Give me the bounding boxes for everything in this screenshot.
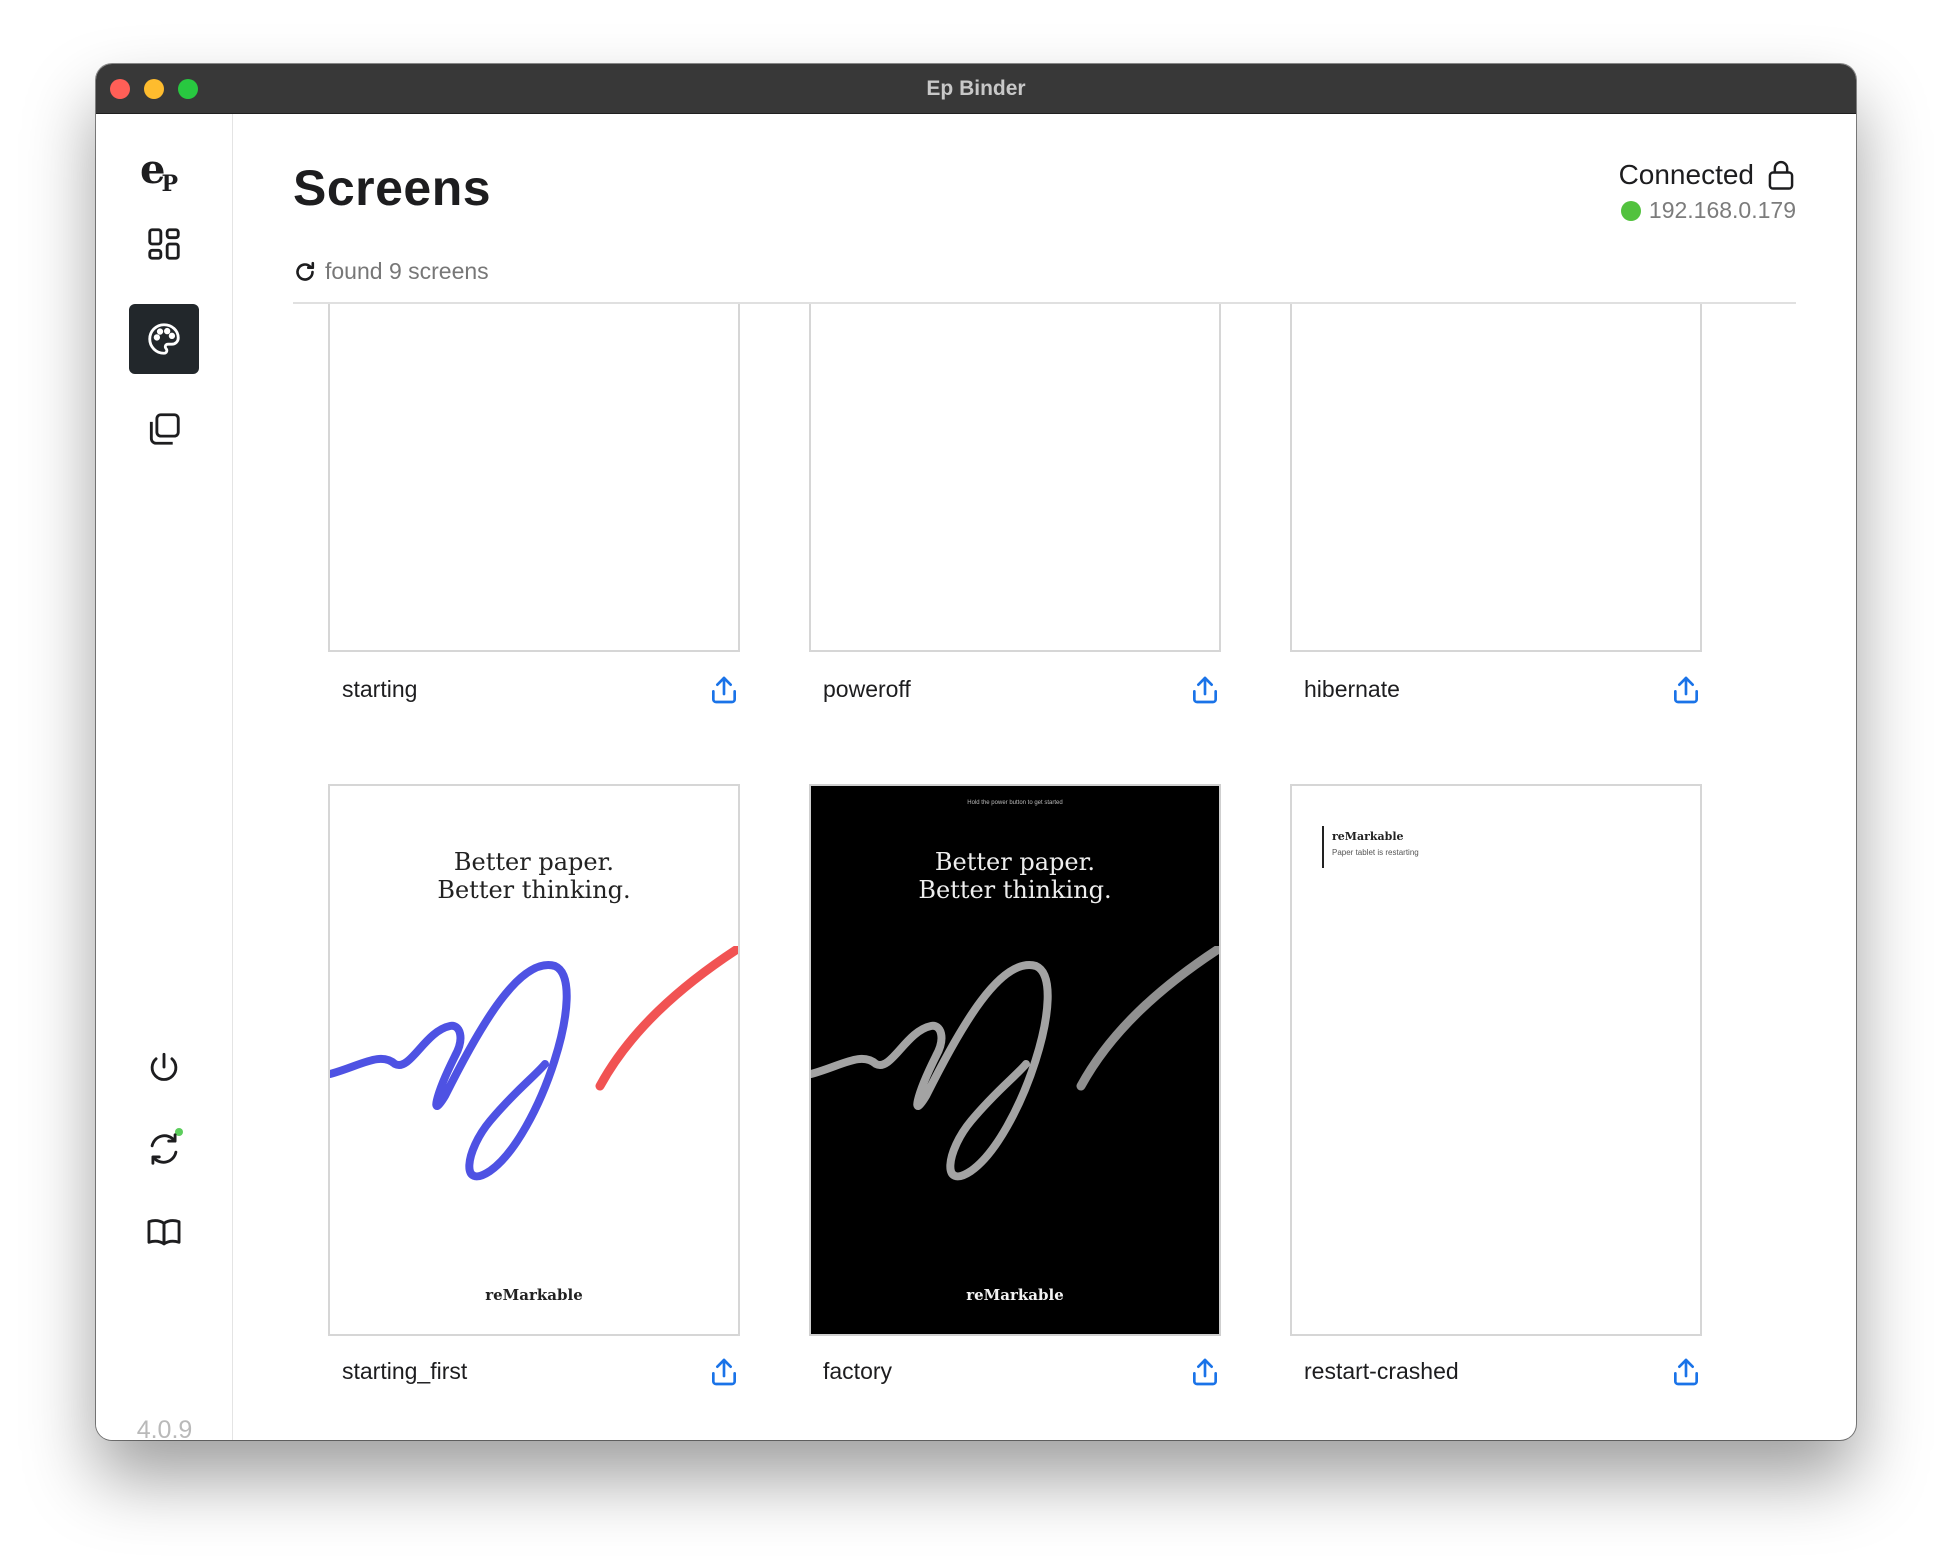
poster-brand: reMarkable: [966, 1286, 1064, 1304]
screen-name: hibernate: [1304, 676, 1400, 702]
screen-preview[interactable]: [328, 304, 740, 652]
refresh-icon: [150, 1133, 178, 1165]
app-logo: eP: [140, 146, 178, 197]
screen-preview[interactable]: reMarkable Paper tablet is restarting: [1290, 784, 1702, 1336]
copy-icon: [149, 413, 180, 445]
poster-hint: Hold the power button to get started: [967, 800, 1063, 806]
restart-message: Paper tablet is restarting: [1332, 848, 1419, 857]
upload-icon[interactable]: [1670, 1356, 1702, 1388]
upload-icon[interactable]: [1670, 674, 1702, 706]
device-ip: 192.168.0.179: [1648, 197, 1796, 223]
pen-stroke-artwork: [330, 946, 738, 1181]
sidebar: eP 4.0.9: [96, 114, 233, 1440]
screen-name: poweroff: [823, 676, 911, 702]
title-bar: Ep Binder: [96, 64, 1856, 114]
connection-label: Connected: [1618, 159, 1754, 190]
found-screens-status[interactable]: found 9 screens: [293, 258, 489, 285]
main-content: Screens Connected 192.168.0.179 found 9 …: [233, 114, 1856, 1440]
grid-icon: [148, 228, 180, 260]
status-indicator-dot: [1620, 200, 1641, 221]
poster-headline: Better paper.: [453, 848, 615, 876]
restart-accent-bar: [1322, 826, 1324, 868]
page-title: Screens: [293, 160, 492, 216]
upload-icon[interactable]: [708, 1356, 740, 1388]
sidebar-item-docs[interactable]: [129, 1197, 199, 1267]
screen-preview[interactable]: [809, 304, 1221, 652]
screen-preview[interactable]: Hold the power button to get started Bet…: [809, 784, 1221, 1336]
palette-icon: [148, 323, 180, 355]
upload-icon[interactable]: [1189, 674, 1221, 706]
poster-headline: Better paper.: [934, 848, 1096, 876]
restart-brand: reMarkable: [1332, 830, 1404, 843]
app-window: Ep Binder eP 4.0.9 Screens Connected 192…: [96, 64, 1856, 1440]
pen-stroke-artwork: [811, 946, 1219, 1181]
upload-icon[interactable]: [1189, 1356, 1221, 1388]
sidebar-item-power[interactable]: [129, 1032, 199, 1102]
screen-name: starting_first: [342, 1358, 468, 1384]
screen-name: factory: [823, 1358, 893, 1384]
reload-icon[interactable]: [293, 260, 317, 284]
screens-grid: starting poweroff hibernate Better paper…: [293, 304, 1796, 1440]
sidebar-item-templates[interactable]: [129, 394, 199, 464]
poster-headline: Better thinking.: [918, 876, 1112, 904]
sidebar-item-dashboard[interactable]: [129, 209, 199, 279]
book-icon: [147, 1219, 181, 1246]
window-title: Ep Binder: [926, 77, 1026, 100]
sidebar-item-sync[interactable]: [129, 1114, 199, 1184]
sidebar-item-screens[interactable]: [129, 304, 199, 374]
poster-brand: reMarkable: [485, 1286, 583, 1304]
screen-preview[interactable]: Better paper. Better thinking. reMarkabl…: [328, 784, 740, 1336]
screen-name: restart-crashed: [1304, 1358, 1459, 1384]
power-icon: [150, 1052, 178, 1081]
screen-preview[interactable]: [1290, 304, 1702, 652]
found-screens-text: found 9 screens: [325, 258, 489, 284]
poster-headline: Better thinking.: [437, 876, 631, 904]
screen-name: starting: [342, 676, 418, 702]
connection-status: Connected 192.168.0.179: [1619, 159, 1796, 224]
lock-icon[interactable]: [1766, 159, 1796, 191]
upload-icon[interactable]: [708, 674, 740, 706]
app-version: 4.0.9: [136, 1416, 193, 1440]
